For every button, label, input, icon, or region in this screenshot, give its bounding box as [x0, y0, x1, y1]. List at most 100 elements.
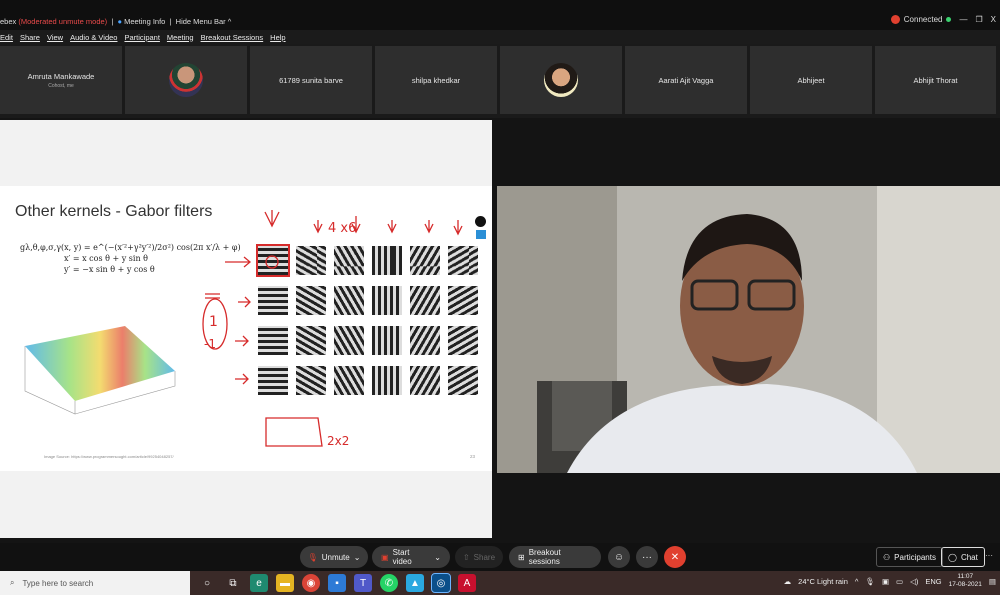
meeting-controls: 🎙 Unmute ⌄ ▣ Start video ⌄ ⇧ Share ⊞ Bre…: [0, 543, 1000, 571]
weather-icon: ☁: [783, 576, 792, 586]
acrobat-icon[interactable]: A: [458, 574, 476, 592]
person-icon: ⚇: [883, 552, 891, 562]
app-icon[interactable]: ▲: [406, 574, 424, 592]
menu-meeting[interactable]: Meeting: [167, 33, 194, 42]
shared-slide: Other kernels - Gabor filters gλ,θ,φ,σ,γ…: [0, 186, 492, 471]
arrow-annotation: [264, 210, 280, 228]
participant-name: Abhijeet: [797, 75, 825, 85]
annotation-1: 1: [209, 314, 218, 330]
close-window-button[interactable]: X: [991, 15, 996, 24]
participant-name: shilpa khedkar: [411, 75, 461, 85]
end-call-button[interactable]: ✕: [664, 546, 686, 568]
system-tray: ☁ 24°C Light rain ^ 🎙 ▣ ▭ ◁) ENG 11:07 1…: [784, 573, 996, 589]
meeting-info-label: Meeting Info: [124, 17, 166, 26]
tray-app-icon[interactable]: ▣: [882, 577, 889, 586]
webex-icon[interactable]: ◎: [431, 573, 451, 593]
start-video-label: Start video: [392, 548, 412, 566]
smiley-icon: ☺: [613, 551, 625, 563]
rectangle-annotation: [265, 417, 323, 447]
avatar: [169, 63, 203, 97]
arrow-annotation: [225, 256, 252, 268]
participant-strip: Amruta Mankawade Cohost, me 61789 sunita…: [0, 46, 1000, 116]
task-view-icon[interactable]: ⧉: [224, 574, 242, 592]
speaker-video[interactable]: [497, 186, 1000, 473]
file-explorer-icon[interactable]: ▬: [276, 574, 294, 592]
arrow-annotation: [387, 220, 397, 234]
speaker-video-frame: [497, 186, 1000, 473]
connection-icon: [890, 15, 900, 24]
teams-icon[interactable]: T: [354, 574, 372, 592]
info-icon: ●: [117, 17, 122, 26]
app-name: ebex: [0, 17, 17, 26]
participant-role: Cohost, me: [48, 82, 74, 89]
panel-options-button[interactable]: ···: [985, 551, 993, 560]
annotation-2x2: 2x2: [327, 434, 349, 448]
status-dot-icon: [946, 17, 952, 22]
store-icon[interactable]: ▪: [328, 574, 346, 592]
whatsapp-icon[interactable]: ✆: [380, 574, 398, 592]
clock[interactable]: 11:07 17-08-2021: [949, 573, 982, 589]
chevron-up-icon[interactable]: ^: [855, 577, 859, 586]
restore-button[interactable]: ❐: [975, 15, 982, 24]
minimize-button[interactable]: —: [959, 15, 967, 24]
menu-edit[interactable]: Edit: [0, 33, 13, 42]
breakout-sessions-button[interactable]: ⊞ Breakout sessions: [509, 546, 601, 568]
search-placeholder: Type here to search: [22, 578, 94, 588]
mic-icon[interactable]: 🎙: [865, 577, 875, 586]
participant-tile[interactable]: Amruta Mankawade Cohost, me: [0, 46, 122, 114]
taskbar-search[interactable]: ⌕ Type here to search: [0, 571, 190, 595]
ink-annotations: 4 x6 2x2 1 -1: [202, 210, 463, 448]
menu-view[interactable]: View: [47, 33, 63, 42]
participant-name: Amruta Mankawade: [27, 71, 95, 81]
menu-help[interactable]: Help: [270, 33, 285, 42]
unmute-button[interactable]: 🎙 Unmute ⌄: [300, 546, 368, 568]
participant-tile[interactable]: 61789 sunita barve: [250, 46, 372, 114]
arrow-annotation: [238, 296, 251, 308]
participant-tile[interactable]: [125, 46, 247, 114]
annotation-tool-icon[interactable]: [475, 230, 486, 239]
close-icon: ✕: [670, 551, 680, 563]
chevron-down-icon: ⌄: [434, 552, 441, 562]
start-video-button[interactable]: ▣ Start video ⌄: [372, 546, 450, 568]
notifications-icon[interactable]: ▤: [989, 577, 996, 586]
meeting-info-button[interactable]: ● Meeting Info: [117, 17, 165, 26]
share-button[interactable]: ⇧ Share: [455, 546, 503, 568]
clock-date: 17-08-2021: [948, 581, 982, 588]
menu-participant[interactable]: Participant: [124, 33, 159, 42]
volume-icon[interactable]: ◁): [910, 577, 918, 586]
participant-tile[interactable]: shilpa khedkar: [375, 46, 497, 114]
connected-status[interactable]: Connected: [890, 15, 952, 24]
arrow-annotation: [235, 373, 249, 385]
chat-button[interactable]: ◯ Chat: [941, 547, 985, 567]
cortana-icon[interactable]: ○: [198, 574, 216, 592]
mic-off-icon: 🎙: [307, 552, 318, 562]
more-options-button[interactable]: ···: [636, 546, 658, 568]
arrow-annotation: [235, 335, 249, 347]
participant-tile[interactable]: [500, 46, 622, 114]
hide-menu-bar-button[interactable]: Hide Menu Bar ^: [176, 17, 232, 26]
language-indicator[interactable]: ENG: [925, 577, 941, 586]
connected-label: Connected: [903, 15, 943, 24]
windows-taskbar: ⌕ Type here to search ○ ⧉ e ▬ ◉ ▪ T ✆ ▲ …: [0, 571, 1000, 595]
network-icon[interactable]: ▭: [896, 577, 903, 586]
participants-button[interactable]: ⚇ Participants: [876, 547, 943, 567]
main-stage: Other kernels - Gabor filters gλ,θ,φ,σ,γ…: [0, 118, 1000, 543]
chrome-icon[interactable]: ◉: [302, 574, 320, 592]
participant-tile[interactable]: Abhijeet: [750, 46, 872, 114]
arrow-annotation: [424, 220, 434, 234]
menu-breakout-sessions[interactable]: Breakout Sessions: [201, 33, 264, 42]
moderated-mode-label: (Moderated unmute mode): [18, 17, 108, 26]
slide-number: 23: [470, 454, 476, 459]
menu-share[interactable]: Share: [20, 33, 40, 42]
video-off-icon: ▣: [381, 552, 389, 562]
menu-audio-video[interactable]: Audio & Video: [70, 33, 117, 42]
participant-tile[interactable]: Abhijit Thorat: [875, 46, 996, 114]
avatar: [544, 63, 578, 97]
reactions-button[interactable]: ☺: [608, 546, 630, 568]
participant-tile[interactable]: Aarati Ajit Vagga: [625, 46, 747, 114]
edge-icon[interactable]: e: [250, 574, 268, 592]
pointer-icon[interactable]: [475, 216, 486, 227]
participant-name: Aarati Ajit Vagga: [658, 75, 714, 85]
weather-label[interactable]: 24°C Light rain: [798, 577, 848, 586]
image-source-caption: Image Source: https://www.programmersoug…: [44, 454, 174, 459]
